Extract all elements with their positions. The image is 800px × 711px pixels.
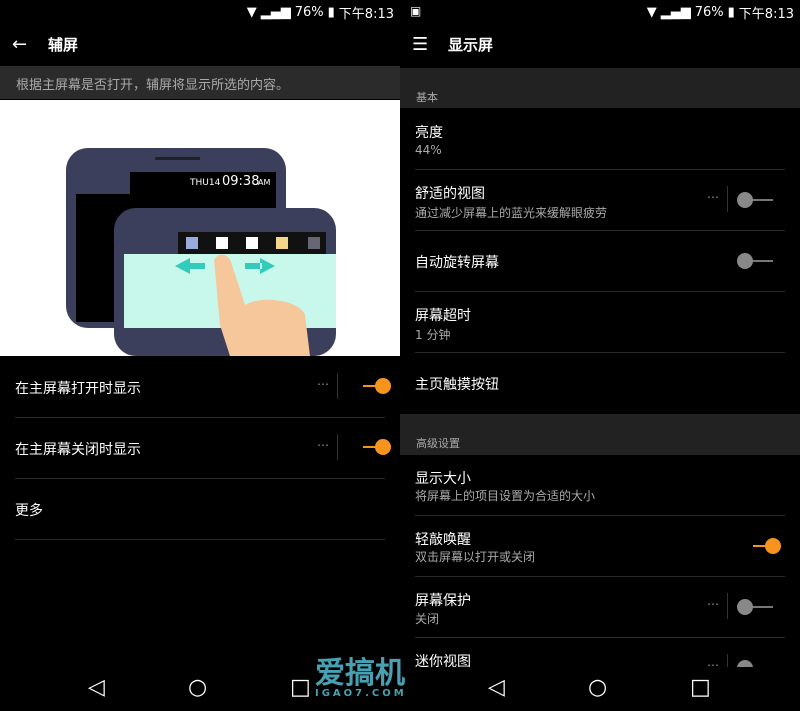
item-sub: 将屏幕上的项目设置为合适的大小 xyxy=(415,489,596,503)
list-item-show-when-on[interactable]: 在主屏幕打开时显示 ⋯ xyxy=(15,357,391,418)
item-label: 显示大小 xyxy=(415,471,471,487)
signal-icon: ▂▄▆ xyxy=(660,4,691,20)
item-label: 亮度 xyxy=(415,125,443,141)
item-label: 更多 xyxy=(15,503,43,519)
toggle-show-when-on[interactable] xyxy=(355,376,391,396)
setting-screen-timeout[interactable]: 屏幕超时 1 分钟 xyxy=(415,292,785,353)
right-screen: ▼ ▂▄▆ 76% ▮ 下午8:13 ▣ ☰ 显示屏 基本 亮度 44% 舒适的视… xyxy=(400,0,800,711)
item-sub: 双击屏幕以打开或关闭 xyxy=(415,550,536,564)
setting-auto-rotate[interactable]: 自动旋转屏幕 xyxy=(415,231,785,292)
divider xyxy=(727,186,728,212)
back-nav-icon[interactable]: ◁ xyxy=(88,675,105,700)
divider xyxy=(337,434,338,460)
menu-icon[interactable]: ☰ xyxy=(412,34,432,55)
more-icon[interactable]: ⋯ xyxy=(317,438,329,452)
battery-percent: 76% xyxy=(694,4,724,20)
more-icon[interactable]: ⋯ xyxy=(317,377,329,391)
setting-screen-saver[interactable]: 屏幕保护 关闭 ⋯ xyxy=(415,577,785,638)
wifi-icon: ▼ xyxy=(646,4,657,20)
list-item-show-when-off[interactable]: 在主屏幕关闭时显示 ⋯ xyxy=(15,418,391,479)
section-header-basic: 基本 xyxy=(400,68,800,108)
setting-knock-on[interactable]: 轻敲唤醒 双击屏幕以打开或关闭 xyxy=(415,516,785,577)
setting-display-size[interactable]: 显示大小 将屏幕上的项目设置为合适的大小 xyxy=(415,455,785,516)
description: 根据主屏幕是否打开，辅屏将显示所选的内容。 xyxy=(0,66,400,99)
page-title: 显示屏 xyxy=(448,35,494,54)
setting-home-touch-buttons[interactable]: 主页触摸按钮 xyxy=(415,353,785,414)
item-label: 舒适的视图 xyxy=(415,186,485,202)
toggle-show-when-off[interactable] xyxy=(355,437,391,457)
battery-icon: ▮ xyxy=(727,4,735,20)
image-notification-icon: ▣ xyxy=(410,4,422,18)
battery-percent: 76% xyxy=(294,4,324,20)
home-nav-icon[interactable]: ○ xyxy=(188,675,207,700)
toggle-knock-on[interactable] xyxy=(745,536,781,556)
clock: 下午8:13 xyxy=(338,6,394,22)
back-arrow-icon[interactable]: ← xyxy=(12,34,32,55)
toggle-screen-saver[interactable] xyxy=(737,597,773,617)
second-screen-illustration: THU14 09:38 AM xyxy=(0,100,400,356)
left-screen: ▼ ▂▄▆ 76% ▮ 下午8:13 ← 辅屏 根据主屏幕是否打开，辅屏将显示所选… xyxy=(0,0,400,711)
status-bar: ▼ ▂▄▆ 76% ▮ 下午8:13 xyxy=(247,0,394,24)
nav-bar: ◁ ○ □ xyxy=(400,667,800,711)
item-label: 屏幕保护 xyxy=(415,593,471,609)
setting-brightness[interactable]: 亮度 44% xyxy=(415,109,785,170)
battery-icon: ▮ xyxy=(327,4,335,20)
toggle-comfort-view[interactable] xyxy=(737,190,773,210)
recents-nav-icon[interactable]: □ xyxy=(690,675,711,700)
item-value: 1 分钟 xyxy=(415,328,451,342)
item-label: 在主屏幕打开时显示 xyxy=(15,381,141,397)
item-label: 屏幕超时 xyxy=(415,308,471,324)
page-title: 辅屏 xyxy=(48,35,79,54)
item-label: 轻敲唤醒 xyxy=(415,532,471,548)
more-icon[interactable]: ⋯ xyxy=(707,597,719,611)
illus-clock: 09:38 xyxy=(222,174,259,189)
divider xyxy=(337,373,338,399)
clock: 下午8:13 xyxy=(738,6,794,22)
setting-comfort-view[interactable]: 舒适的视图 通过减少屏幕上的蓝光来缓解眼疲劳 ⋯ xyxy=(415,170,785,231)
watermark-logo: 爱搞机 IGAO7.COM xyxy=(315,656,407,699)
item-value: 44% xyxy=(415,143,442,157)
divider xyxy=(727,593,728,619)
wifi-icon: ▼ xyxy=(246,4,257,20)
status-bar: ▼ ▂▄▆ 76% ▮ 下午8:13 xyxy=(647,0,794,24)
item-value: 关闭 xyxy=(415,612,440,626)
signal-icon: ▂▄▆ xyxy=(260,4,291,20)
back-nav-icon[interactable]: ◁ xyxy=(488,675,505,700)
item-label: 自动旋转屏幕 xyxy=(415,255,499,271)
toggle-auto-rotate[interactable] xyxy=(737,251,773,271)
illus-day: THU14 xyxy=(189,178,221,188)
section-header-advanced: 高级设置 xyxy=(400,414,800,455)
more-icon[interactable]: ⋯ xyxy=(707,190,719,204)
list-item-more[interactable]: 更多 xyxy=(15,479,385,540)
item-label: 主页触摸按钮 xyxy=(415,377,499,393)
recents-nav-icon[interactable]: □ xyxy=(290,675,311,700)
item-sub: 通过减少屏幕上的蓝光来缓解眼疲劳 xyxy=(415,206,608,220)
item-label: 在主屏幕关闭时显示 xyxy=(15,442,141,458)
illus-ampm: AM xyxy=(258,178,270,187)
home-nav-icon[interactable]: ○ xyxy=(588,675,607,700)
